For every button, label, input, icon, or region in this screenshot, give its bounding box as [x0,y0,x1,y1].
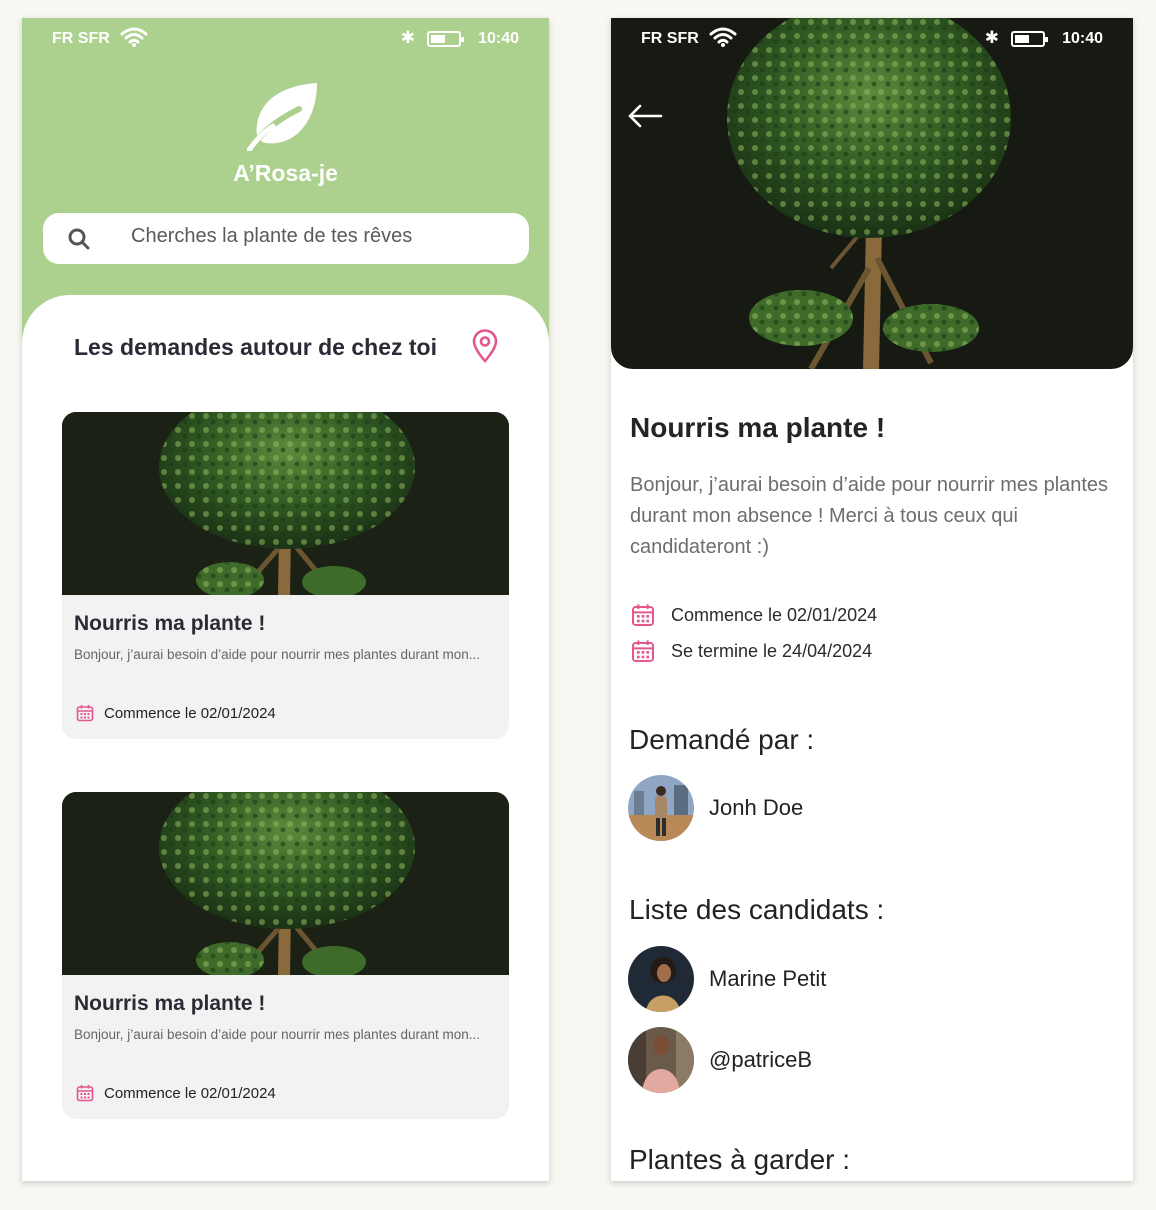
bluetooth-icon: ✱ [984,28,999,47]
candidate-name: @patriceB [709,1047,813,1072]
start-date: Commence le 02/01/2024 [631,603,877,627]
candidate-name: Marine Petit [709,966,827,991]
plants-heading: Plantes à garder : [629,1144,851,1175]
requester-name: Jonh Doe [709,795,804,820]
card-title: Nourris ma plante ! [74,992,266,1015]
end-date: Se termine le 24/04/2024 [631,639,872,663]
avatar[interactable] [628,775,694,841]
search-icon[interactable] [67,227,91,251]
status-bar: FR SFR ✱ 10:40 [22,18,549,58]
wifi-icon [709,27,737,47]
home-screen: FR SFR ✱ 10:40 A’Rosa-je Les [22,18,549,1181]
wifi-icon [120,27,148,47]
plant-photo [62,412,509,595]
requester[interactable]: Jonh Doe [628,775,803,841]
calendar-icon [632,640,654,662]
candidate-item[interactable]: @patriceB [628,1027,812,1093]
card-title: Nourris ma plante ! [74,612,266,635]
calendar-icon [632,604,654,626]
battery-icon [1011,31,1048,47]
section-title: Les demandes autour de chez toi [74,334,437,360]
requested-by-heading: Demandé par : [629,724,815,755]
carrier-label: FR SFR [641,30,699,47]
request-description: Bonjour, j’aurai besoin d’aide pour nour… [630,474,1109,558]
avatar[interactable] [628,1027,694,1093]
requests-list: Les demandes autour de chez toi Nourris … [22,295,549,1181]
clock: 10:40 [1062,30,1103,47]
battery-icon [427,31,464,47]
end-date-text: Se termine le 24/04/2024 [671,640,873,661]
calendar-icon [76,705,94,722]
avatar[interactable] [628,946,694,1012]
card-start-date: Commence le 02/01/2024 [76,1083,276,1103]
candidates-heading: Liste des candidats : [629,894,885,925]
plant-hero-photo [611,18,1133,369]
start-date-text: Commence le 02/01/2024 [671,604,878,625]
app-name: A’Rosa-je [233,160,338,186]
card-start-date: Commence le 02/01/2024 [76,703,276,723]
search-bar[interactable] [43,213,529,264]
detail-screen: FR SFR ✱ 10:40 Nourris ma plante ! Bonjo… [611,18,1133,1181]
carrier-label: FR SFR [52,30,110,47]
location-pin-icon[interactable] [471,329,499,363]
request-card[interactable]: Nourris ma plante ! Bonjour, j’aurai bes… [62,792,509,1119]
card-description: Bonjour, j’aurai besoin d’aide pour nour… [74,1027,480,1042]
card-date-text: Commence le 02/01/2024 [104,704,276,722]
status-bar: FR SFR ✱ 10:40 [611,18,1133,58]
calendar-icon [76,1085,94,1102]
request-title: Nourris ma plante ! [630,412,886,443]
leaf-icon [247,83,317,151]
back-arrow-icon[interactable] [627,102,663,130]
card-description: Bonjour, j’aurai besoin d’aide pour nour… [74,647,480,662]
card-date-text: Commence le 02/01/2024 [104,1084,276,1102]
plant-photo [62,792,509,975]
clock: 10:40 [478,30,519,47]
request-card[interactable]: Nourris ma plante ! Bonjour, j’aurai bes… [62,412,509,739]
bluetooth-icon: ✱ [400,28,415,47]
search-input[interactable] [131,225,511,248]
candidate-item[interactable]: Marine Petit [628,946,826,1012]
